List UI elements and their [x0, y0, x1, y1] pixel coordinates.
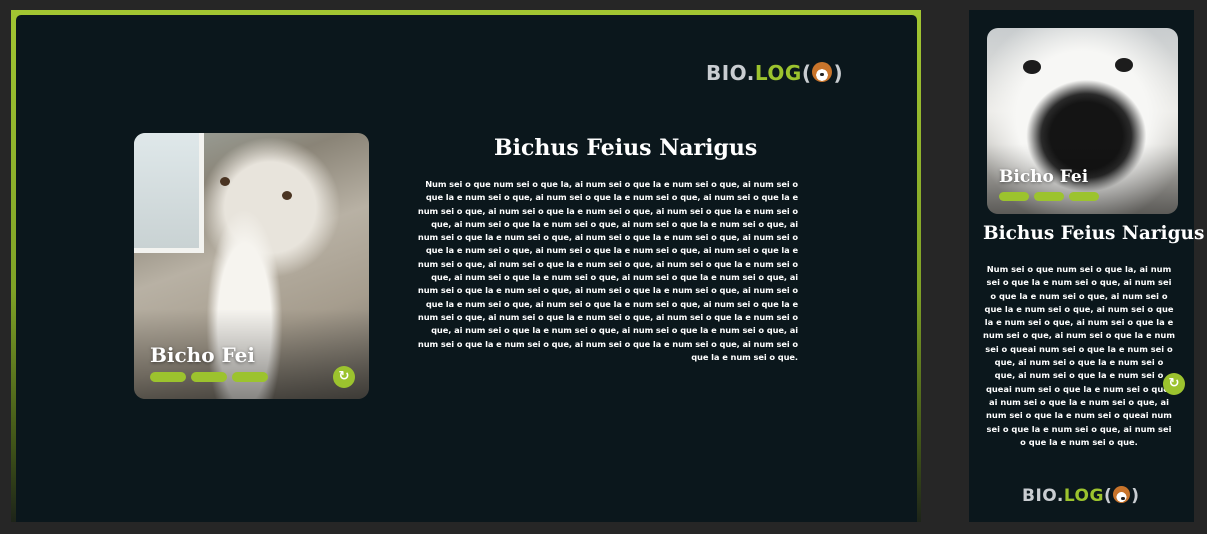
- pet-photo-eye: [282, 191, 292, 200]
- brand-logo-bio: BIO.: [706, 61, 755, 85]
- level-bar: [1034, 192, 1064, 201]
- pet-description: Num sei o que num sei o que la, ai num s…: [983, 264, 1175, 447]
- pet-photo-eye: [220, 177, 230, 186]
- pet-name: Bicho Fei: [999, 167, 1089, 187]
- pet-photo-window: [134, 133, 204, 253]
- desktop-page: BIO.LOG() Bicho Fei ↻ Bichus Feius Narig…: [16, 15, 917, 522]
- brand-logo-bio: BIO.: [1022, 486, 1064, 506]
- pet-photo-eye: [1115, 58, 1133, 72]
- level-bar: [191, 372, 227, 382]
- brand-logo-close-paren: ): [833, 61, 844, 85]
- brand-logo-log: LOG: [1063, 486, 1104, 506]
- level-bar: [1069, 192, 1099, 201]
- brand-logo[interactable]: BIO.LOG(): [706, 61, 843, 85]
- mobile-preview-frame: Bicho Fei Bichus Feius Narigus Num sei o…: [969, 10, 1204, 522]
- pet-photo-eye: [1023, 60, 1041, 74]
- brand-logo-open-paren: (: [801, 61, 812, 85]
- pet-card: Bicho Fei: [987, 28, 1178, 214]
- level-bar: [150, 372, 186, 382]
- refresh-icon[interactable]: ↻: [1163, 373, 1185, 395]
- brand-logo-open-paren: (: [1103, 486, 1113, 506]
- scientific-name: Bichus Feius Narigus: [983, 223, 1205, 244]
- level-bar: [999, 192, 1029, 201]
- pet-name: Bicho Fei: [150, 343, 255, 367]
- pet-description: Num sei o que num sei o que la, ai num s…: [417, 179, 798, 362]
- refresh-icon[interactable]: ↻: [333, 366, 355, 388]
- desktop-preview-frame: BIO.LOG() Bicho Fei ↻ Bichus Feius Narig…: [11, 10, 921, 522]
- level-bars: [999, 192, 1099, 201]
- level-bar: [232, 372, 268, 382]
- brand-logo-log: LOG: [754, 61, 802, 85]
- level-bars: [150, 372, 268, 382]
- dog-face-icon: [1113, 486, 1131, 503]
- scientific-name: Bichus Feius Narigus: [494, 135, 758, 161]
- dog-face-icon: [812, 62, 833, 82]
- pet-card: Bicho Fei ↻: [134, 133, 369, 399]
- brand-logo[interactable]: BIO.LOG(): [1022, 486, 1140, 506]
- brand-logo-close-paren: ): [1131, 486, 1140, 506]
